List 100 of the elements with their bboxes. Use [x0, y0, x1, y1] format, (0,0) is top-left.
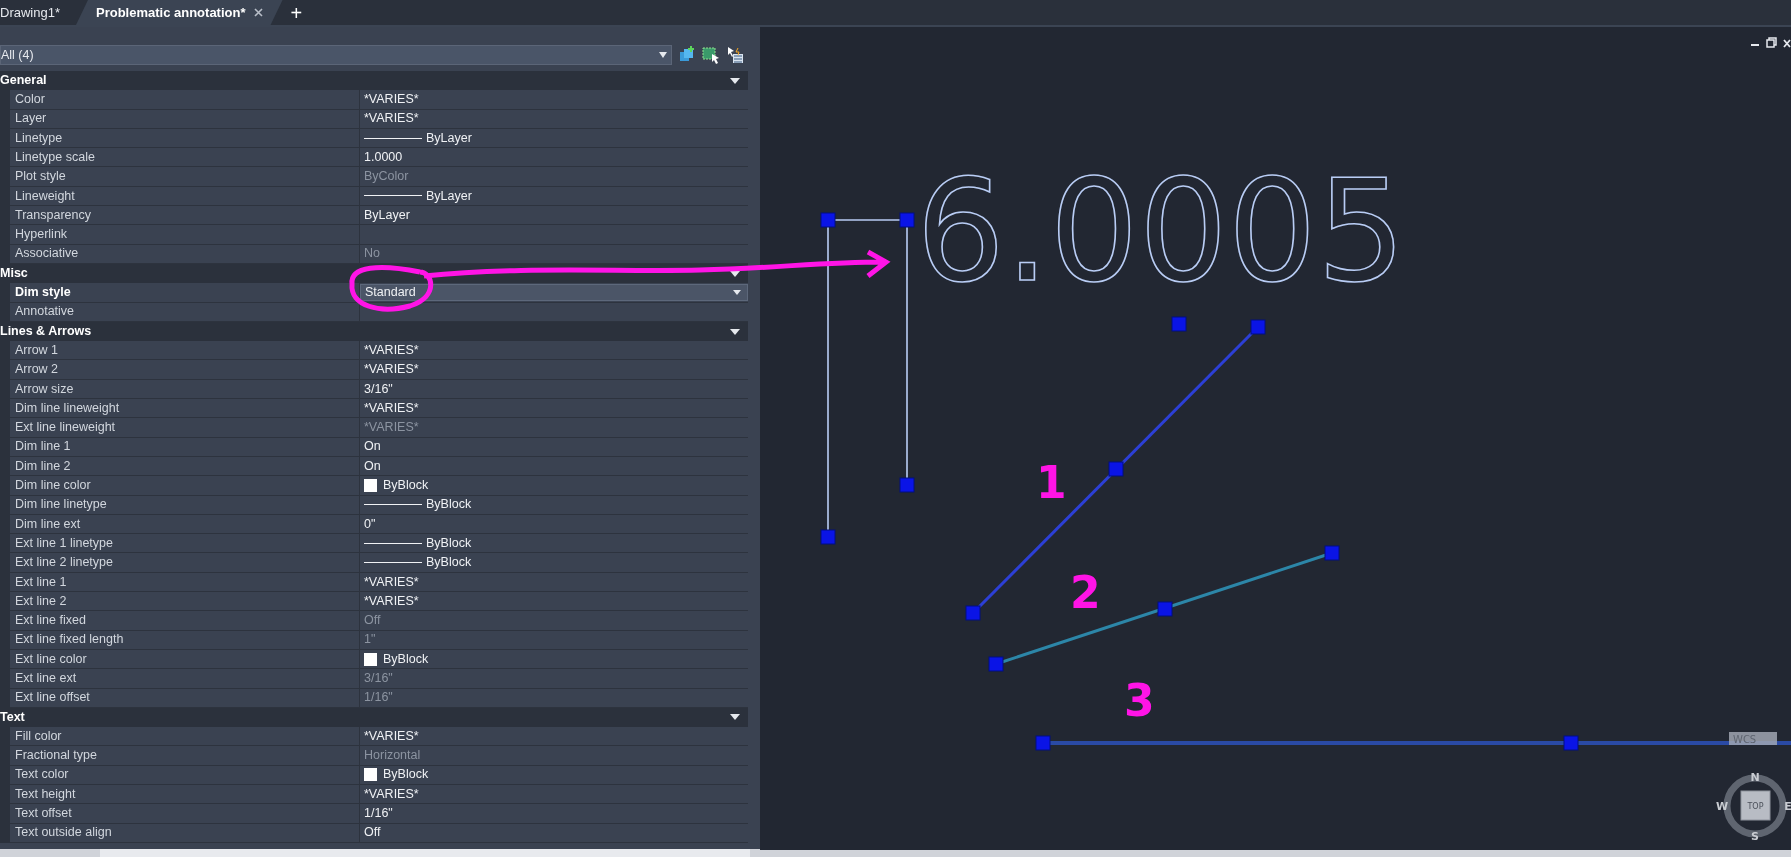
property-value[interactable]: ByBlock — [383, 476, 429, 495]
property-value[interactable]: *VARIES* — [360, 572, 748, 591]
dim-style-dropdown[interactable]: Standard — [360, 284, 748, 301]
property-value[interactable]: 1.0000 — [360, 148, 748, 167]
compass-direction: S — [1751, 830, 1759, 843]
property-value[interactable]: ByBlock — [383, 765, 429, 785]
property-row[interactable]: Text outside align Off — [10, 823, 748, 843]
section-header[interactable]: Text — [0, 707, 748, 728]
property-name: Ext line fixed length — [10, 630, 360, 649]
property-value[interactable]: *VARIES* — [360, 109, 748, 128]
property-row[interactable]: Arrow size 3/16" — [10, 379, 748, 400]
property-value[interactable]: On — [360, 437, 748, 456]
property-name: Annotative — [10, 302, 360, 321]
property-row[interactable]: Linetype scale 1.0000 — [10, 148, 748, 168]
property-value[interactable]: *VARIES* — [360, 341, 748, 360]
property-row[interactable]: Color *VARIES* — [10, 90, 748, 110]
property-row[interactable]: Ext line color ByBlock — [10, 649, 748, 670]
property-name: Dim line ext — [10, 514, 360, 534]
property-value[interactable]: ByLayer — [426, 186, 472, 206]
property-row[interactable]: Ext line 2 *VARIES* — [10, 592, 748, 612]
dimension-text: 6.0005 — [916, 150, 1406, 313]
property-value[interactable]: *VARIES* — [360, 785, 748, 804]
property-value[interactable]: ByLayer — [360, 206, 748, 225]
property-value[interactable]: ByBlock — [426, 553, 472, 572]
property-row[interactable]: Layer *VARIES* — [10, 109, 748, 129]
property-name: Fractional type — [10, 746, 360, 765]
property-row[interactable]: Ext line 2 linetype ByBlock — [10, 553, 748, 573]
property-name: Arrow 1 — [10, 341, 360, 360]
property-value[interactable]: 3/16" — [360, 379, 748, 399]
document-tab[interactable]: Drawing1* — [0, 0, 76, 25]
property-name: Linetype scale — [10, 148, 360, 167]
property-row[interactable]: Text height *VARIES* — [10, 785, 748, 805]
property-name: Text color — [10, 765, 360, 784]
property-value[interactable]: ByLayer — [426, 128, 472, 148]
property-row[interactable]: Dim style Standard — [10, 283, 748, 303]
property-name: Arrow 2 — [10, 360, 360, 379]
linetype-sample-icon — [364, 503, 422, 507]
property-value[interactable]: On — [360, 456, 748, 476]
select-objects-icon[interactable] — [702, 46, 720, 64]
scrollbar-thumb[interactable] — [100, 849, 750, 857]
property-row[interactable]: Ext line 1 *VARIES* — [10, 572, 748, 592]
collapse-icon[interactable] — [730, 328, 740, 335]
add-to-selection-icon[interactable] — [678, 46, 696, 64]
property-row[interactable]: Dim line ext 0" — [10, 514, 748, 535]
property-row[interactable]: Text offset 1/16" — [10, 804, 748, 824]
property-name: Dim line 1 — [10, 437, 360, 456]
quick-select-icon[interactable] — [726, 46, 744, 64]
property-value[interactable]: *VARIES* — [360, 90, 748, 109]
property-name: Hyperlink — [10, 225, 360, 244]
property-row[interactable]: Arrow 2 *VARIES* — [10, 360, 748, 380]
property-value[interactable]: *VARIES* — [360, 592, 748, 611]
property-row[interactable]: Arrow 1 *VARIES* — [10, 341, 748, 361]
property-value[interactable]: Off — [360, 823, 748, 842]
property-name: Ext line 2 linetype — [10, 553, 360, 572]
property-name: Associative — [10, 244, 360, 263]
caret-icon — [733, 289, 741, 295]
property-row[interactable]: Linetype ByLayer — [10, 128, 748, 149]
restore-icon[interactable] — [1766, 37, 1777, 48]
property-row[interactable]: Dim line linetype ByBlock — [10, 495, 748, 515]
property-row[interactable]: Dim line color ByBlock — [10, 476, 748, 496]
viewcube-face-label: TOP — [1747, 802, 1764, 811]
markup-number: 1 — [1036, 457, 1067, 508]
property-row[interactable]: Fill color *VARIES* — [10, 727, 748, 747]
markup-number: 3 — [1124, 675, 1155, 726]
property-row[interactable]: Dim line 2 On — [10, 456, 748, 477]
property-row[interactable]: Dim line lineweight *VARIES* — [10, 399, 748, 419]
property-name: Dim line linetype — [10, 495, 360, 514]
property-row[interactable]: Dim line 1 On — [10, 437, 748, 457]
property-value[interactable]: ByBlock — [426, 533, 472, 553]
collapse-icon[interactable] — [730, 714, 740, 721]
property-name: Fill color — [10, 727, 360, 746]
new-tab-button[interactable]: + — [282, 0, 311, 25]
property-row[interactable]: Transparency ByLayer — [10, 206, 748, 226]
property-value[interactable]: *VARIES* — [360, 399, 748, 418]
property-value[interactable]: ByBlock — [383, 649, 429, 669]
close-icon[interactable] — [253, 8, 263, 17]
property-name: Dim line color — [10, 476, 360, 495]
property-value[interactable]: *VARIES* — [360, 727, 748, 746]
collapse-icon[interactable] — [730, 270, 740, 277]
collapse-icon[interactable] — [730, 77, 740, 84]
property-value[interactable]: 0" — [360, 514, 748, 534]
property-row[interactable]: Text color ByBlock — [10, 765, 748, 785]
property-row[interactable]: Lineweight ByLayer — [10, 186, 748, 207]
section-header[interactable]: Lines & Arrows — [0, 321, 748, 342]
property-name: Ext line fixed — [10, 611, 360, 630]
linetype-sample-icon — [364, 136, 422, 140]
linetype-sample-icon — [364, 561, 422, 565]
property-row[interactable]: Ext line 1 linetype ByBlock — [10, 534, 748, 554]
property-name: Text outside align — [10, 823, 360, 842]
property-row[interactable]: Hyperlink — [10, 225, 748, 245]
property-name: Text offset — [10, 804, 360, 823]
compass-direction: E — [1784, 800, 1791, 813]
section-header[interactable]: General — [0, 71, 748, 91]
property-value[interactable]: 1/16" — [360, 804, 748, 823]
document-tab[interactable]: Problematic annotation* — [76, 0, 283, 25]
property-value[interactable]: *VARIES* — [360, 360, 748, 379]
property-value[interactable]: ByBlock — [426, 495, 472, 515]
property-name: Plot style — [10, 167, 360, 186]
property-name: Layer — [10, 109, 360, 128]
selection-dropdown[interactable]: All (4) — [0, 45, 672, 65]
